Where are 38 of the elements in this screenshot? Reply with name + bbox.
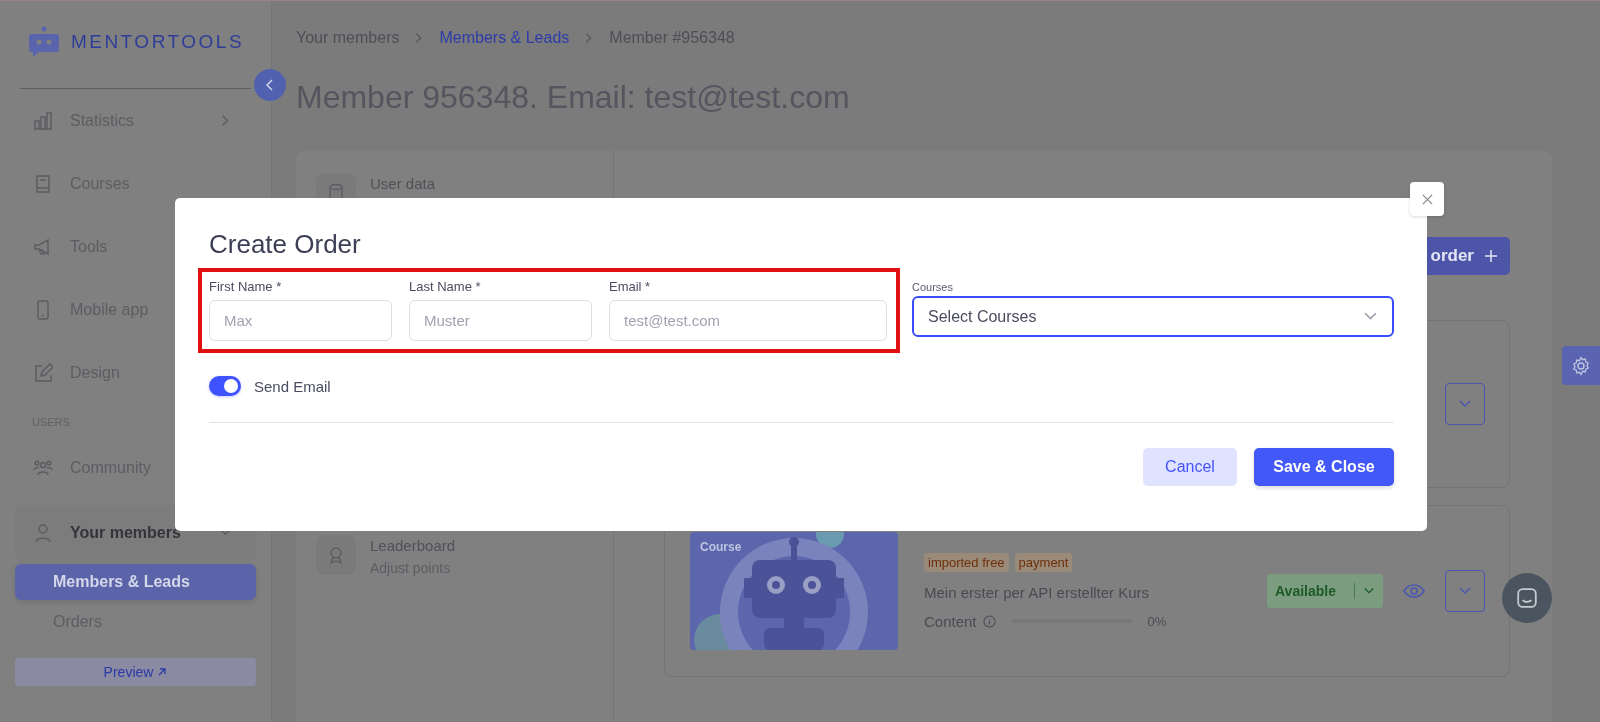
input-field[interactable]: Max <box>209 300 392 341</box>
toggle-switch[interactable] <box>209 376 241 396</box>
bar-chart-icon <box>33 110 53 131</box>
collapse-button[interactable] <box>254 69 286 101</box>
eye-icon[interactable] <box>1403 584 1425 598</box>
dropdown-button[interactable] <box>1445 383 1485 425</box>
chat-icon <box>1516 587 1538 609</box>
toggle-label: Send Email <box>254 377 331 395</box>
input-field[interactable]: test@test.com <box>609 300 887 341</box>
settings-icon <box>1571 355 1591 376</box>
field-label: Last Name * <box>409 278 482 296</box>
preview-button[interactable]: Preview <box>15 658 256 686</box>
field-label: First Name * <box>209 278 283 296</box>
input-field[interactable]: Muster <box>409 300 592 341</box>
logo-text: MENTORTOOLS <box>70 30 245 53</box>
dialog-title: Create Order <box>209 228 362 260</box>
dropdown-button[interactable] <box>1445 570 1485 612</box>
field-label: Email * <box>609 278 652 296</box>
tag: imported free <box>924 552 1009 572</box>
field-label: Courses <box>912 280 954 294</box>
select-field[interactable]: Select Courses <box>912 296 1394 337</box>
save-button[interactable]: Save & Close <box>1254 448 1394 486</box>
info-icon <box>982 614 996 628</box>
close-button[interactable] <box>1410 182 1444 216</box>
robot-logo-icon <box>26 25 61 58</box>
breadcrumb-link[interactable]: Members & Leads <box>439 29 570 47</box>
status-dropdown[interactable]: Available <box>1267 574 1383 608</box>
settings-button[interactable] <box>1562 346 1600 385</box>
person-icon <box>33 522 53 543</box>
close-icon <box>1421 193 1433 205</box>
pencil-icon <box>33 362 53 383</box>
nav-subitem[interactable]: Members & Leads <box>15 564 256 600</box>
cancel-button[interactable]: Cancel <box>1143 448 1237 486</box>
plus-icon <box>1484 249 1498 263</box>
external-arrow-icon <box>157 667 168 677</box>
thumbnail-label: Course <box>700 540 742 554</box>
tag: payment <box>1014 552 1073 572</box>
book-icon <box>33 173 53 194</box>
